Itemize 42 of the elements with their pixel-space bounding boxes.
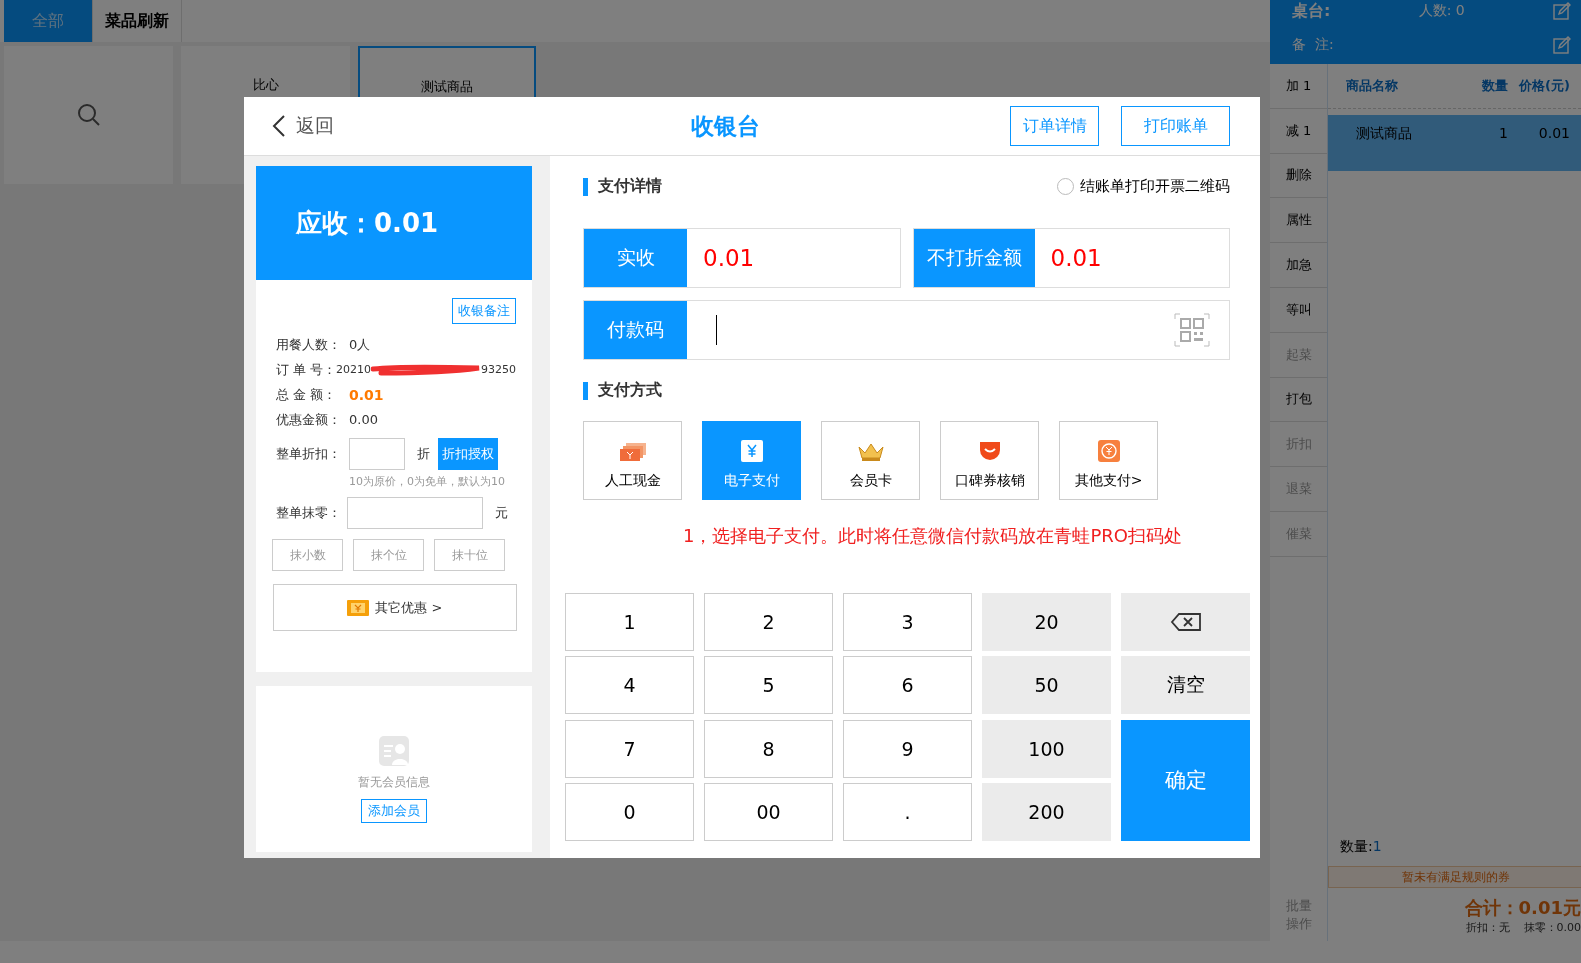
table-label: 桌台: [1292, 0, 1331, 22]
discount-text: 折扣：无 [1465, 920, 1510, 935]
info-label: 用餐人数： [276, 335, 342, 354]
print-qr-label: 结账单打印开票二维码 [1080, 177, 1230, 196]
order-number-start: 20210 [336, 363, 371, 376]
rounding-label: 整单抹零： [276, 504, 342, 522]
quantity-value: 1 [1372, 838, 1382, 854]
amount-label: 不打折金额 [913, 229, 1035, 287]
info-value: 0.00 [349, 412, 378, 427]
amount-value: 0.01 [1050, 245, 1102, 271]
discount-label: 整单折扣： [276, 445, 342, 463]
table-cell-text: 1 [1498, 125, 1508, 141]
table-cell-text: 0.01 [1537, 125, 1570, 141]
column-header: 数量 [1481, 77, 1508, 95]
amount-label: 实收 [584, 229, 687, 287]
column-header: 商品名称 [1345, 77, 1399, 95]
section-title: 支付详情 [598, 176, 662, 197]
amount-value: 0.01 [703, 245, 755, 271]
discount-hint: 10为原价，0为免单，默认为10 [348, 474, 506, 489]
table-cell-text: 测试商品 [1355, 125, 1413, 143]
rounding-unit: 元 [495, 504, 508, 522]
product-name: 测试商品 [421, 78, 473, 96]
no-member-text: 暂无会员信息 [358, 773, 430, 791]
product-name: 比心 [252, 76, 279, 94]
total-amount: 合计：0.01元 [1463, 896, 1581, 920]
discount-unit: 折 [417, 445, 430, 463]
remark-label: 备 注: [1292, 36, 1334, 54]
instruction-text: 1，选择电子支付。此时将任意微信付款码放在青蛙PRO扫码处 [683, 524, 1183, 548]
dialog-title: 收银台 [691, 111, 760, 141]
pay-code-label: 付款码 [584, 301, 687, 359]
info-label: 总 金 额： [276, 385, 338, 404]
quantity-label: 数量: [1340, 838, 1373, 854]
info-value: 0人 [349, 335, 371, 354]
receivable-card: 应收：0.01 [256, 166, 532, 280]
order-number-end: 93250 [481, 363, 516, 376]
section-title: 支付方式 [598, 380, 662, 401]
rounding-text: 抹零：0.00 [1523, 920, 1581, 935]
info-value: 0.01 [349, 386, 384, 403]
coupon-notice: 暂未有满足规则的券 [1328, 866, 1581, 888]
column-header: 价格(元) [1517, 77, 1570, 95]
guest-count: 人数: 0 [1418, 2, 1465, 20]
info-label: 优惠金额： [276, 410, 342, 429]
